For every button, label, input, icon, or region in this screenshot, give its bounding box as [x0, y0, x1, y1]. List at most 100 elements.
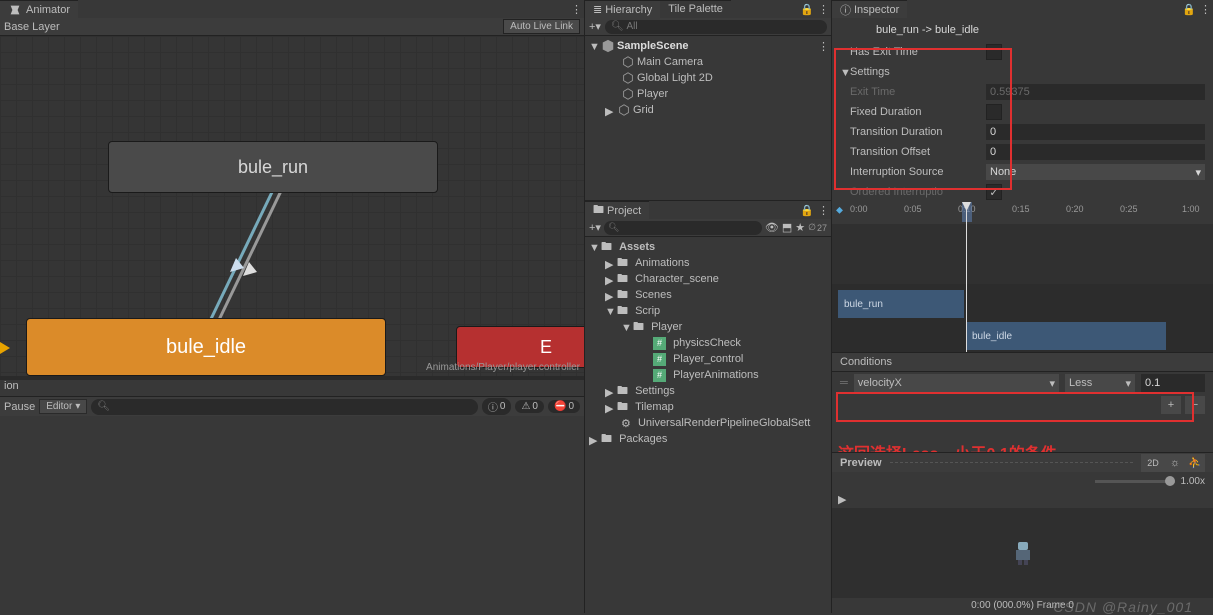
foldout-icon[interactable]: ▶ [605, 402, 615, 412]
info-icon: ⓘ [488, 399, 498, 414]
2d-toggle[interactable]: 2D [1141, 454, 1165, 472]
inspector-panel: ⓘInspector 🔒 ⋮ bule_run -> bule_idle Has… [831, 0, 1213, 613]
hierarchy-item[interactable]: Main Camera [585, 54, 831, 70]
tile-palette-tab[interactable]: Tile Palette [660, 0, 731, 18]
transition-offset-row: Transition Offset 0 [832, 142, 1213, 162]
condition-value-field[interactable]: 0.1 [1141, 374, 1205, 392]
star-icon[interactable]: ★ [795, 221, 805, 234]
fixed-duration-checkbox[interactable] [986, 104, 1002, 120]
layer-breadcrumb[interactable]: Base Layer [4, 21, 60, 33]
kebab-icon[interactable]: ⋮ [1200, 3, 1209, 16]
node-bule-idle[interactable]: bule_idle [26, 318, 386, 376]
kebab-icon[interactable]: ⋮ [818, 40, 827, 53]
project-tab[interactable]: 🖿Project [585, 201, 649, 219]
settings-header[interactable]: ▼ Settings [832, 62, 1213, 82]
folder-item[interactable]: ▼🖿 Player [585, 319, 831, 335]
playhead[interactable] [966, 202, 967, 352]
kebab-icon[interactable]: ⋮ [818, 3, 827, 16]
has-exit-time-checkbox[interactable] [986, 44, 1002, 60]
remove-condition-button[interactable]: − [1185, 396, 1205, 414]
hierarchy-icon: ≣ [593, 3, 602, 16]
timeline-ruler[interactable]: ⬥ 0:00 0:05 0:10 0:15 0:20 0:25 1:00 [832, 202, 1213, 224]
foldout-icon[interactable]: ▼ [621, 322, 631, 332]
editor-dropdown[interactable]: Editor▾ [39, 399, 87, 414]
packages-folder[interactable]: ▶🖿 Packages [585, 431, 831, 447]
foldout-icon[interactable]: ▶ [605, 386, 615, 396]
asset-item[interactable]: ⚙ UniversalRenderPipelineGlobalSett [585, 415, 831, 431]
condition-param-dropdown[interactable]: velocityX▾ [854, 374, 1059, 392]
animator-tab[interactable]: Animator [0, 0, 78, 18]
ordered-interruption-checkbox[interactable]: ✓ [986, 184, 1002, 200]
exit-time-field: 0.59375 [986, 84, 1205, 100]
light-icon[interactable]: ☼ [1165, 454, 1185, 472]
script-item[interactable]: # physicsCheck [585, 335, 831, 351]
condition-op-dropdown[interactable]: Less▾ [1065, 374, 1135, 392]
hierarchy-item[interactable]: Player [585, 86, 831, 102]
warn-count[interactable]: ⚠0 [515, 400, 544, 413]
drag-handle-icon[interactable]: ═ [840, 377, 848, 389]
foldout-icon[interactable]: ▶ [605, 290, 615, 300]
inspector-tab[interactable]: ⓘInspector [832, 0, 907, 18]
foldout-icon[interactable]: ▶ [605, 105, 615, 115]
foldout-icon[interactable]: ▼ [589, 41, 599, 51]
hierarchy-item[interactable]: ▶Grid [585, 102, 831, 118]
dropdown-icon: ▾ [1049, 377, 1055, 390]
lock-icon[interactable]: 🔒 [800, 3, 814, 16]
filter-icon[interactable]: ⬒ [782, 221, 792, 234]
animator-panel: Animator ⋮ Base Layer Auto Live Link bul… [0, 0, 584, 380]
interruption-source-dropdown[interactable]: None▾ [986, 164, 1205, 180]
hierarchy-search[interactable]: 🔍︎ All [605, 20, 827, 34]
node-bule-run[interactable]: bule_run [108, 141, 438, 193]
foldout-icon[interactable]: ▶ [589, 434, 599, 444]
interruption-source-row: Interruption Source None▾ [832, 162, 1213, 182]
clip-dest[interactable]: bule_idle [966, 322, 1166, 350]
project-panel: 🖿Project 🔒 ⋮ +▾ 🔍︎ 👁 ⬒ ★ ∅27 ▼🖿 Assets ▶… [584, 200, 831, 613]
scene-row[interactable]: ▼ SampleScene ⋮ [585, 38, 831, 54]
condition-row: ═ velocityX▾ Less▾ 0.1 [832, 372, 1213, 394]
project-search[interactable]: 🔍︎ [604, 221, 762, 235]
speed-slider[interactable] [1095, 480, 1175, 483]
entry-arrow-icon [0, 342, 10, 354]
preview-viewport[interactable] [832, 508, 1213, 598]
foldout-icon[interactable]: ▶ [605, 274, 615, 284]
create-dropdown[interactable]: +▾ [589, 20, 601, 33]
folder-item[interactable]: ▼🖿 Scrip [585, 303, 831, 319]
clip-source[interactable]: bule_run [838, 290, 964, 318]
foldout-icon[interactable]: ▼ [589, 242, 599, 252]
cube-icon [617, 103, 631, 117]
script-item[interactable]: # Player_control [585, 351, 831, 367]
info-count[interactable]: ⓘ0 [482, 398, 512, 415]
hierarchy-item[interactable]: Global Light 2D [585, 70, 831, 86]
start-marker-icon[interactable]: ⬥ [836, 205, 843, 216]
transition-title: bule_run -> bule_idle [832, 18, 1213, 42]
zoom-value: 1.00x [1181, 476, 1205, 487]
hierarchy-panel: ≣Hierarchy Tile Palette 🔒 ⋮ +▾ 🔍︎ All ▼ … [584, 0, 831, 200]
hidden-count[interactable]: ∅27 [808, 222, 827, 233]
error-count[interactable]: ⛔0 [548, 400, 580, 413]
transition-timeline[interactable]: ⬥ 0:00 0:05 0:10 0:15 0:20 0:25 1:00 bul… [832, 202, 1213, 352]
transition-offset-field[interactable]: 0 [986, 144, 1205, 160]
preview-section: Preview 2D ☼ ⛹ 1.00x ▶ 0:00 (000.0%) Fra… [832, 452, 1213, 613]
kebab-icon[interactable]: ⋮ [818, 204, 827, 217]
lock-icon[interactable]: 🔒 [800, 204, 814, 217]
lock-icon[interactable]: 🔒 [1182, 3, 1196, 16]
has-exit-time-row: Has Exit Time [832, 42, 1213, 62]
transition-duration-field[interactable]: 0 [986, 124, 1205, 140]
hierarchy-tab[interactable]: ≣Hierarchy [585, 0, 660, 18]
create-dropdown[interactable]: +▾ [589, 221, 601, 234]
kebab-icon[interactable]: ⋮ [571, 3, 580, 16]
auto-live-link-button[interactable]: Auto Live Link [503, 19, 580, 34]
animator-graph[interactable]: bule_run bule_idle E Animations/Player/p… [0, 36, 584, 376]
filter-icon[interactable]: 👁 [765, 221, 779, 234]
foldout-icon[interactable]: ▼ [840, 67, 850, 77]
console-search[interactable]: 🔍︎ [91, 399, 478, 415]
add-condition-button[interactable]: + [1161, 396, 1181, 414]
play-button[interactable]: ▶ [838, 493, 846, 506]
avatar-icon[interactable]: ⛹ [1185, 454, 1205, 472]
foldout-icon[interactable]: ▶ [605, 258, 615, 268]
fixed-duration-row: Fixed Duration [832, 102, 1213, 122]
dropdown-icon: ▾ [1125, 377, 1131, 390]
truncated-label: ion [0, 380, 584, 396]
folder-item[interactable]: ▶🖿 Tilemap [585, 399, 831, 415]
foldout-icon[interactable]: ▼ [605, 306, 615, 316]
